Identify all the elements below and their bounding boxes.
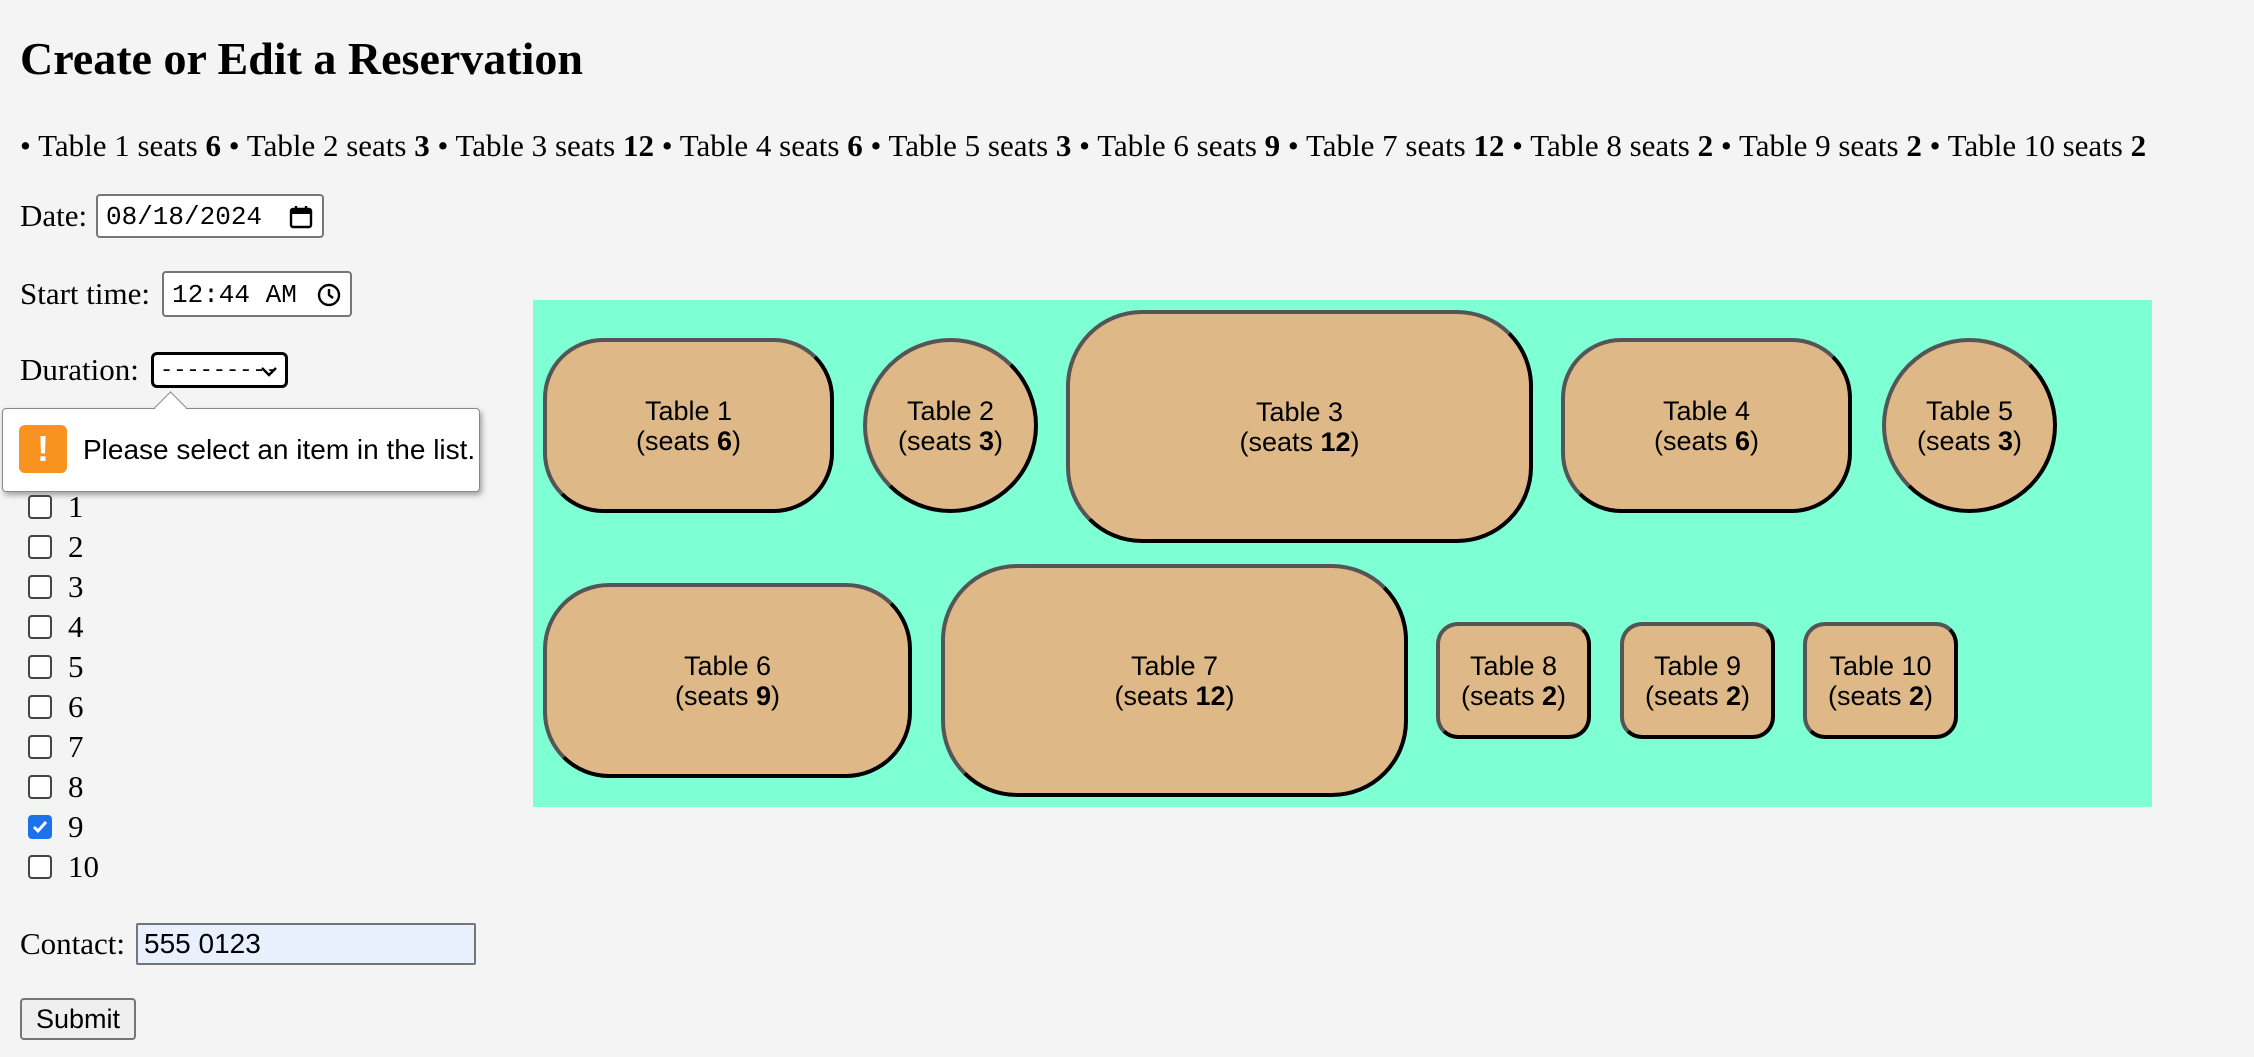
date-input[interactable]: 08/18/2024 [96, 194, 324, 238]
table-checkbox[interactable] [28, 575, 52, 599]
table-name: Table 2 [906, 395, 995, 426]
table-seats: (seats 3) [1916, 425, 2023, 456]
table-9[interactable]: Table 9 (seats 2) [1620, 622, 1775, 739]
table-checkbox-label: 9 [68, 809, 84, 844]
table-checkbox[interactable] [28, 615, 52, 639]
table-3[interactable]: Table 3 (seats 12) [1066, 310, 1533, 543]
summary-item: • Table 7 seats 12 [1287, 128, 1505, 163]
contact-input[interactable]: 555 0123 [136, 923, 476, 965]
table-checkbox[interactable] [28, 855, 52, 879]
table-checkbox[interactable] [28, 735, 52, 759]
page-title: Create or Edit a Reservation [20, 33, 583, 84]
chevron-down-icon [261, 367, 277, 377]
summary-item: • Table 10 seats 2 [1929, 128, 2147, 163]
table-name: Table 5 [1925, 395, 2014, 426]
table-checkbox-label: 10 [68, 849, 99, 884]
contact-label: Contact: [20, 926, 126, 961]
table-7[interactable]: Table 7 (seats 12) [941, 564, 1408, 797]
duration-select[interactable]: --------- [151, 352, 288, 388]
table-checkbox-label: 4 [68, 609, 84, 644]
checkmark-icon [32, 821, 48, 834]
table-checkbox-label: 7 [68, 729, 84, 764]
table-2[interactable]: Table 2 (seats 3) [863, 338, 1038, 513]
table-1[interactable]: Table 1 (seats 6) [543, 338, 834, 513]
table-name: Table 4 [1662, 395, 1751, 426]
table-checkbox-label: 5 [68, 649, 84, 684]
table-checkbox[interactable] [28, 655, 52, 679]
table-name: Table 6 [683, 650, 772, 681]
table-seats: (seats 6) [1653, 425, 1760, 456]
validation-message: Please select an item in the list. [83, 434, 476, 465]
table-seats: (seats 3) [897, 425, 1004, 456]
table-checkbox[interactable] [28, 495, 52, 519]
table-checkbox-label: 2 [68, 529, 84, 564]
table-name: Table 9 [1653, 650, 1742, 681]
table-seats: (seats 9) [674, 680, 781, 711]
table-name: Table 8 [1469, 650, 1558, 681]
table-checkbox-label: 3 [68, 569, 84, 604]
table-checkbox-label: 1 [68, 489, 84, 524]
table-checkbox[interactable] [28, 775, 52, 799]
table-seats: (seats 12) [1114, 680, 1235, 711]
table-5[interactable]: Table 5 (seats 3) [1882, 338, 2057, 513]
summary-item: • Table 4 seats 6 [661, 128, 863, 163]
tooltip-arrow [154, 391, 187, 424]
table-checkbox-label: 6 [68, 689, 84, 724]
summary-item: • Table 1 seats 6 [20, 128, 221, 163]
table-seats: (seats 2) [1460, 680, 1567, 711]
table-checkbox[interactable] [28, 815, 52, 839]
calendar-icon[interactable] [288, 204, 314, 230]
duration-label: Duration: [20, 352, 139, 387]
clock-icon[interactable] [316, 282, 342, 308]
summary-item: • Table 5 seats 3 [870, 128, 1072, 163]
date-value: 08/18/2024 [106, 202, 263, 232]
table-name: Table 3 [1255, 396, 1344, 427]
table-seats: (seats 6) [635, 425, 742, 456]
table-checkbox-label: 8 [68, 769, 84, 804]
warning-icon: ! [19, 425, 67, 473]
floor-plan: Table 1 (seats 6) Table 2 (seats 3) Tabl… [533, 300, 2152, 807]
summary-item: • Table 2 seats 3 [228, 128, 430, 163]
table-checkbox[interactable] [28, 695, 52, 719]
table-10[interactable]: Table 10 (seats 2) [1803, 622, 1958, 739]
start-time-label: Start time: [20, 276, 151, 311]
summary-item: • Table 3 seats 12 [437, 128, 654, 163]
start-time-input[interactable]: 12:44 AM [162, 271, 352, 317]
table-checkbox[interactable] [28, 535, 52, 559]
table-seats: (seats 12) [1239, 426, 1360, 457]
table-8[interactable]: Table 8 (seats 2) [1436, 622, 1591, 739]
summary-item: • Table 8 seats 2 [1512, 128, 1714, 163]
date-label: Date: [20, 198, 88, 233]
submit-button[interactable]: Submit [20, 998, 136, 1040]
table-name: Table 10 [1829, 650, 1932, 681]
table-name: Table 1 [644, 395, 733, 426]
summary-item: • Table 6 seats 9 [1079, 128, 1281, 163]
validation-tooltip: ! Please select an item in the list. [2, 391, 480, 492]
table-seats: (seats 2) [1827, 680, 1934, 711]
summary-item: • Table 9 seats 2 [1720, 128, 1922, 163]
table-capacity-summary: • Table 1 seats 6 • Table 2 seats 3 • Ta… [20, 124, 2146, 168]
table-seats: (seats 2) [1644, 680, 1751, 711]
table-4[interactable]: Table 4 (seats 6) [1561, 338, 1852, 513]
table-name: Table 7 [1130, 650, 1219, 681]
start-time-value: 12:44 AM [172, 280, 297, 310]
table-6[interactable]: Table 6 (seats 9) [543, 583, 912, 778]
